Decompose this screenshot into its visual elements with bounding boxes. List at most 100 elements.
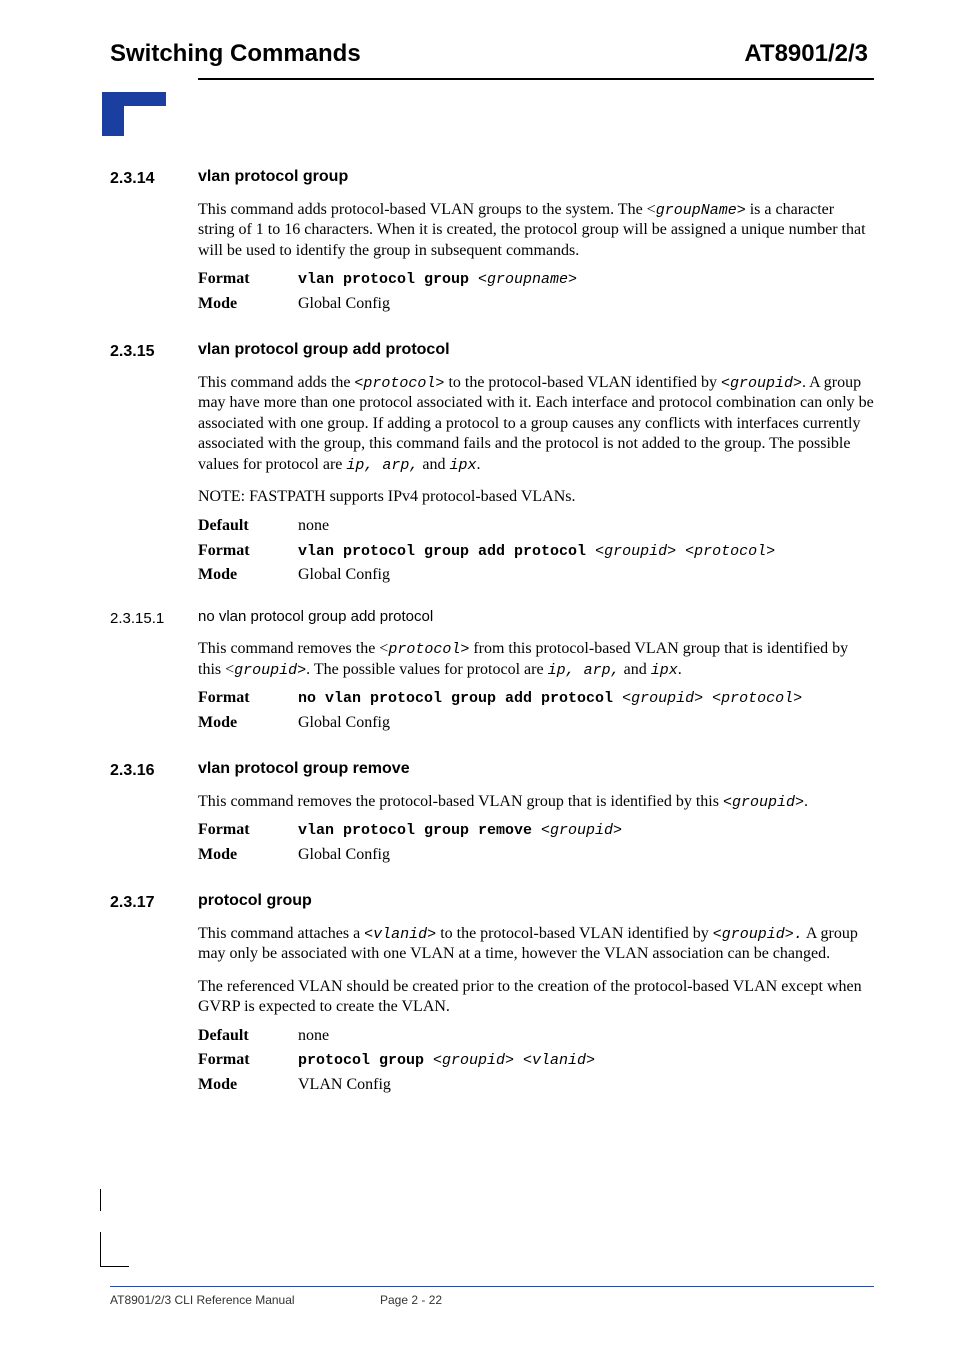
- text: .: [477, 456, 481, 473]
- section-2-3-17-body: This command attaches a <vlanid> to the …: [198, 924, 874, 1096]
- text: to the protocol-based VLAN identified by: [436, 925, 713, 942]
- text: and: [620, 661, 651, 678]
- format-row: Format no vlan protocol group add protoc…: [198, 688, 874, 709]
- format-row: Format vlan protocol group remove <group…: [198, 820, 874, 841]
- inline-code: groupName>: [656, 202, 746, 219]
- row-value: no vlan protocol group add protocol <gro…: [298, 688, 874, 709]
- row-value: vlan protocol group add protocol <groupi…: [298, 541, 874, 562]
- header-rule: [198, 78, 874, 80]
- section-2-3-14-body: This command adds protocol-based VLAN gr…: [198, 200, 874, 315]
- row-label: Mode: [198, 565, 298, 586]
- crop-mark-icon: [100, 1232, 129, 1267]
- inline-code: ipx: [450, 457, 477, 474]
- row-value: vlan protocol group <groupname>: [298, 269, 874, 290]
- running-header: Switching Commands AT8901/2/3: [110, 40, 874, 68]
- section-number: 2.3.15: [110, 341, 198, 361]
- mode-row: Mode Global Config: [198, 294, 874, 315]
- inline-code: <protocol>: [354, 375, 444, 392]
- row-label: Default: [198, 1026, 298, 1047]
- row-label: Mode: [198, 713, 298, 734]
- cmd: no vlan protocol group add protocol: [298, 690, 622, 707]
- section-title: vlan protocol group add protocol: [198, 341, 450, 359]
- text: This command adds the: [198, 374, 354, 391]
- row-value: vlan protocol group remove <groupid>: [298, 820, 874, 841]
- section-2-3-17-header: 2.3.17 protocol group: [110, 892, 874, 912]
- section-title: vlan protocol group: [198, 168, 348, 186]
- row-value: Global Config: [298, 294, 874, 315]
- row-value: Global Config: [298, 713, 874, 734]
- page: Switching Commands AT8901/2/3 2.3.14 vla…: [0, 0, 954, 1351]
- mode-row: Mode VLAN Config: [198, 1075, 874, 1096]
- crop-mark-icon: [100, 1189, 101, 1211]
- paragraph: This command removes the <protocol> from…: [198, 639, 874, 680]
- footer-left: AT8901/2/3 CLI Reference Manual: [110, 1293, 380, 1307]
- note-paragraph: NOTE: FASTPATH supports IPv4 protocol-ba…: [198, 487, 874, 507]
- section-title: protocol group: [198, 892, 312, 910]
- subsection-title: no vlan protocol group add protocol: [198, 608, 433, 625]
- section-2-3-14-header: 2.3.14 vlan protocol group: [110, 168, 874, 188]
- footer-rule: [110, 1286, 874, 1287]
- text: This command removes the <: [198, 640, 388, 657]
- text: This command removes the protocol-based …: [198, 793, 723, 810]
- page-footer: AT8901/2/3 CLI Reference Manual Page 2 -…: [110, 1286, 874, 1307]
- row-value: Global Config: [298, 845, 874, 866]
- text: and: [418, 456, 449, 473]
- cmd-arg: <groupid> <vlanid>: [433, 1052, 595, 1069]
- section-number: 2.3.16: [110, 760, 198, 780]
- text: . The possible values for protocol are: [306, 661, 547, 678]
- paragraph: This command adds the <protocol> to the …: [198, 373, 874, 475]
- row-label: Default: [198, 516, 298, 537]
- section-2-3-15-header: 2.3.15 vlan protocol group add protocol: [110, 341, 874, 361]
- row-value: VLAN Config: [298, 1075, 874, 1096]
- row-label: Format: [198, 1050, 298, 1071]
- inline-code: <vlanid>: [364, 926, 436, 943]
- header-left: Switching Commands: [110, 40, 361, 68]
- row-label: Mode: [198, 1075, 298, 1096]
- section-title: vlan protocol group remove: [198, 760, 410, 778]
- text: .: [678, 661, 682, 678]
- row-label: Mode: [198, 294, 298, 315]
- inline-code: ip, arp,: [548, 662, 620, 679]
- mode-row: Mode Global Config: [198, 713, 874, 734]
- inline-code: ipx: [651, 662, 678, 679]
- cmd-arg: <groupname>: [478, 271, 577, 288]
- paragraph: This command adds protocol-based VLAN gr…: [198, 200, 874, 261]
- cmd-arg: <groupid> <protocol>: [622, 690, 802, 707]
- inline-code: protocol>: [388, 641, 469, 658]
- paragraph: This command removes the protocol-based …: [198, 792, 874, 812]
- section-2-3-16-header: 2.3.16 vlan protocol group remove: [110, 760, 874, 780]
- row-label: Format: [198, 541, 298, 562]
- format-row: Format protocol group <groupid> <vlanid>: [198, 1050, 874, 1071]
- cmd: vlan protocol group remove: [298, 822, 541, 839]
- brand-logo: [102, 92, 166, 136]
- cmd: protocol group: [298, 1052, 433, 1069]
- mode-row: Mode Global Config: [198, 565, 874, 586]
- text: This command attaches a: [198, 925, 364, 942]
- inline-code: groupid>: [234, 662, 306, 679]
- header-right: AT8901/2/3: [744, 40, 868, 68]
- row-value: protocol group <groupid> <vlanid>: [298, 1050, 874, 1071]
- section-number: 2.3.17: [110, 892, 198, 912]
- format-row: Format vlan protocol group add protocol …: [198, 541, 874, 562]
- mode-row: Mode Global Config: [198, 845, 874, 866]
- cmd: vlan protocol group add protocol: [298, 543, 595, 560]
- cmd: vlan protocol group: [298, 271, 478, 288]
- row-label: Format: [198, 820, 298, 841]
- paragraph: The referenced VLAN should be created pr…: [198, 977, 874, 1018]
- inline-code: <groupid>: [723, 794, 804, 811]
- section-number: 2.3.14: [110, 168, 198, 188]
- text: .: [804, 793, 808, 810]
- row-value: Global Config: [298, 565, 874, 586]
- text: to the protocol-based VLAN identified by: [444, 374, 721, 391]
- section-2-3-16-body: This command removes the protocol-based …: [198, 792, 874, 866]
- footer-page: Page 2 - 22: [380, 1293, 442, 1307]
- row-label: Format: [198, 688, 298, 709]
- inline-code: <groupid>: [721, 375, 802, 392]
- inline-code: ip, arp,: [346, 457, 418, 474]
- default-row: Default none: [198, 1026, 874, 1047]
- paragraph: This command attaches a <vlanid> to the …: [198, 924, 874, 965]
- row-value: none: [298, 1026, 874, 1047]
- cmd-arg: <groupid>: [541, 822, 622, 839]
- text: This command adds protocol-based VLAN gr…: [198, 201, 656, 218]
- subsection-2-3-15-1-body: This command removes the <protocol> from…: [198, 639, 874, 734]
